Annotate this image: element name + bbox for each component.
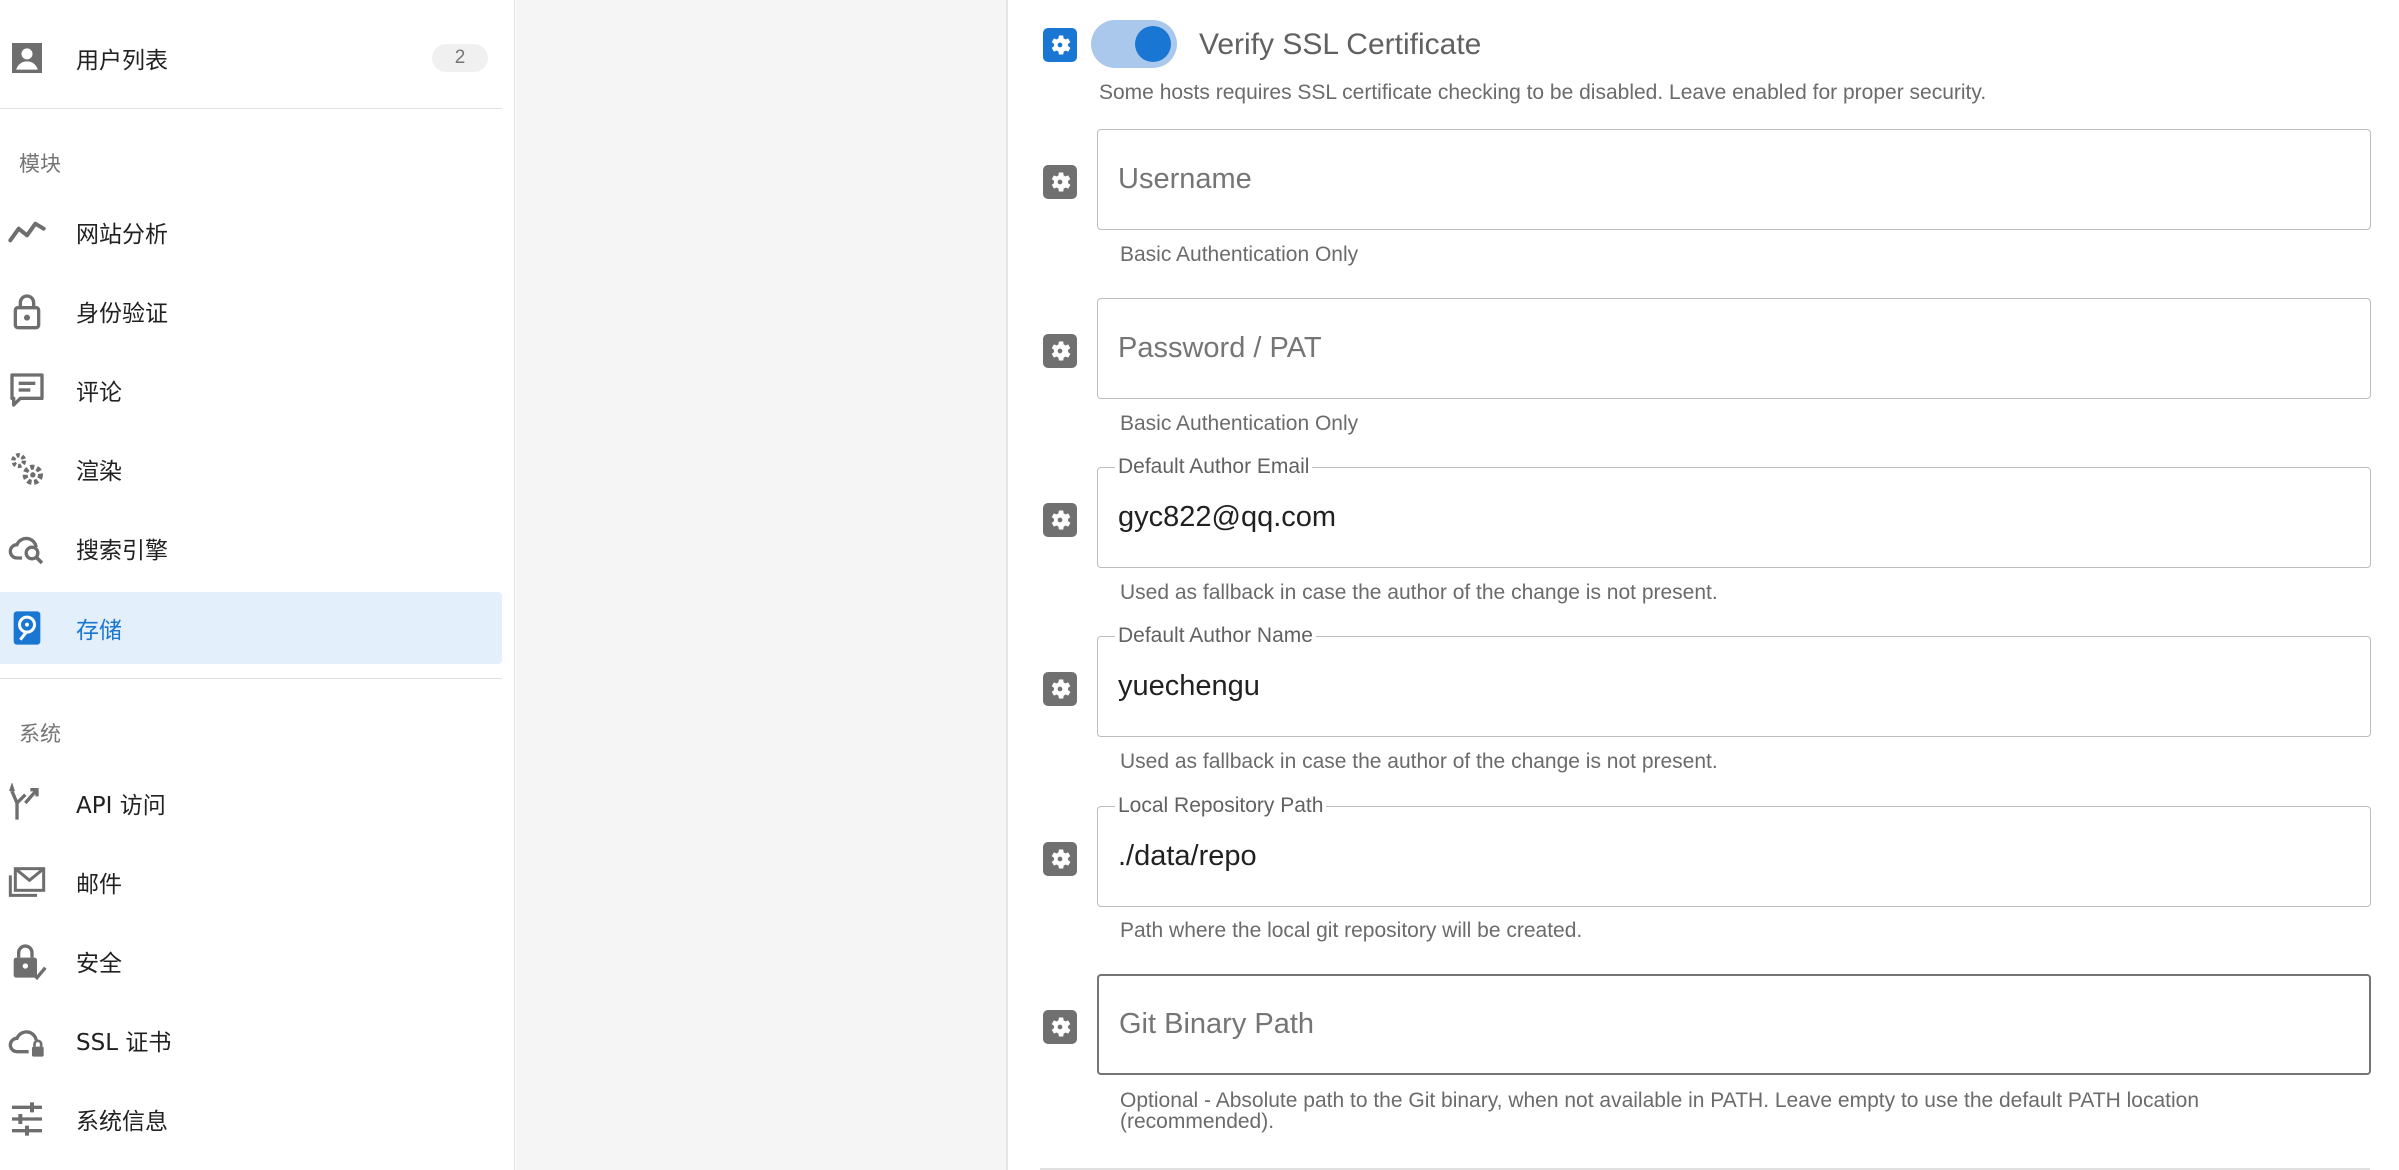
gear-icon[interactable] — [1043, 334, 1077, 368]
sidebar-item-label: 邮件 — [76, 872, 122, 898]
cloud-search-icon — [4, 525, 50, 571]
cloud-lock-icon — [4, 1017, 50, 1063]
sidebar-item-system-info[interactable]: 系统信息 — [0, 1083, 502, 1155]
sidebar-item-label: 存储 — [76, 618, 122, 644]
sidebar-item-label: 安全 — [76, 951, 122, 977]
sidebar-item-rendering[interactable]: 渲染 — [0, 433, 502, 505]
author-name-hint: Used as fallback in case the author of t… — [1120, 750, 1718, 773]
modules-section-header: 模块 — [19, 152, 61, 176]
git-binary-hint-line1: Optional - Absolute path to the Git bina… — [1120, 1089, 2199, 1112]
user-count-badge: 2 — [432, 44, 488, 72]
git-binary-hint-line2: (recommended). — [1120, 1110, 1275, 1133]
content-gutter — [516, 0, 1008, 1170]
repo-path-input[interactable] — [1098, 807, 2370, 906]
lock-check-icon — [4, 938, 50, 984]
sidebar: 用户列表 2 模块 网站分析 身份验证 评论 渲染 搜索引擎 存储 系统 API… — [0, 0, 515, 1170]
sidebar-item-label: 用户列表 — [76, 48, 168, 74]
sidebar-item-label: 评论 — [76, 380, 122, 406]
lock-icon — [4, 288, 50, 334]
sidebar-item-analytics[interactable]: 网站分析 — [0, 196, 502, 268]
sidebar-item-ssl[interactable]: SSL 证书 — [0, 1004, 502, 1076]
sidebar-item-security[interactable]: 安全 — [0, 925, 502, 997]
cogs-icon — [4, 446, 50, 492]
gear-icon[interactable] — [1043, 28, 1077, 62]
account-box-icon — [4, 35, 50, 81]
sidebar-item-label: 渲染 — [76, 459, 122, 485]
sidebar-item-label: 搜索引擎 — [76, 538, 168, 564]
author-email-input[interactable] — [1098, 468, 2370, 567]
sidebar-item-api[interactable]: API 访问 — [0, 767, 502, 839]
git-binary-input[interactable] — [1099, 976, 2369, 1073]
verify-ssl-label: Verify SSL Certificate — [1199, 28, 1482, 61]
system-section-header: 系统 — [19, 722, 61, 746]
gear-icon[interactable] — [1043, 842, 1077, 876]
sidebar-item-auth[interactable]: 身份验证 — [0, 275, 502, 347]
gear-icon[interactable] — [1043, 503, 1077, 537]
repo-path-field[interactable]: Local Repository Path — [1097, 794, 2371, 907]
sidebar-item-label: 系统信息 — [76, 1109, 168, 1135]
sidebar-item-label: 网站分析 — [76, 222, 168, 248]
sidebar-item-label: 身份验证 — [76, 301, 168, 327]
password-hint: Basic Authentication Only — [1120, 412, 1359, 435]
api-split-icon — [4, 780, 50, 826]
password-field[interactable] — [1097, 298, 2371, 399]
sidebar-item-storage[interactable]: 存储 — [0, 592, 502, 664]
author-name-field[interactable]: Default Author Name — [1097, 624, 2371, 737]
author-name-input[interactable] — [1098, 637, 2370, 736]
comment-icon — [4, 367, 50, 413]
harddisk-icon — [4, 605, 50, 651]
sidebar-item-search[interactable]: 搜索引擎 — [0, 512, 502, 584]
sidebar-item-user-list[interactable]: 用户列表 2 — [0, 22, 502, 94]
sidebar-item-mail[interactable]: 邮件 — [0, 846, 502, 918]
verify-ssl-hint: Some hosts requires SSL certificate chec… — [1099, 81, 1987, 104]
sidebar-item-comments[interactable]: 评论 — [0, 354, 502, 426]
author-email-field[interactable]: Default Author Email — [1097, 455, 2371, 568]
password-input[interactable] — [1098, 299, 2370, 398]
divider — [0, 678, 502, 679]
author-email-hint: Used as fallback in case the author of t… — [1120, 581, 1718, 604]
divider — [0, 108, 502, 109]
gear-icon[interactable] — [1043, 1010, 1077, 1044]
chart-line-icon — [4, 209, 50, 255]
sidebar-item-label: SSL 证书 — [76, 1030, 172, 1056]
sidebar-item-label: API 访问 — [76, 793, 166, 819]
git-binary-field[interactable] — [1097, 974, 2371, 1075]
repo-path-hint: Path where the local git repository will… — [1120, 919, 1583, 942]
username-hint: Basic Authentication Only — [1120, 243, 1359, 266]
gear-icon[interactable] — [1043, 672, 1077, 706]
tune-sliders-icon — [4, 1096, 50, 1142]
username-input[interactable] — [1098, 130, 2370, 229]
verify-ssl-toggle[interactable] — [1091, 20, 1177, 68]
toggle-knob — [1135, 26, 1171, 62]
mail-icon — [4, 859, 50, 905]
gear-icon[interactable] — [1043, 165, 1077, 199]
username-field[interactable] — [1097, 129, 2371, 230]
